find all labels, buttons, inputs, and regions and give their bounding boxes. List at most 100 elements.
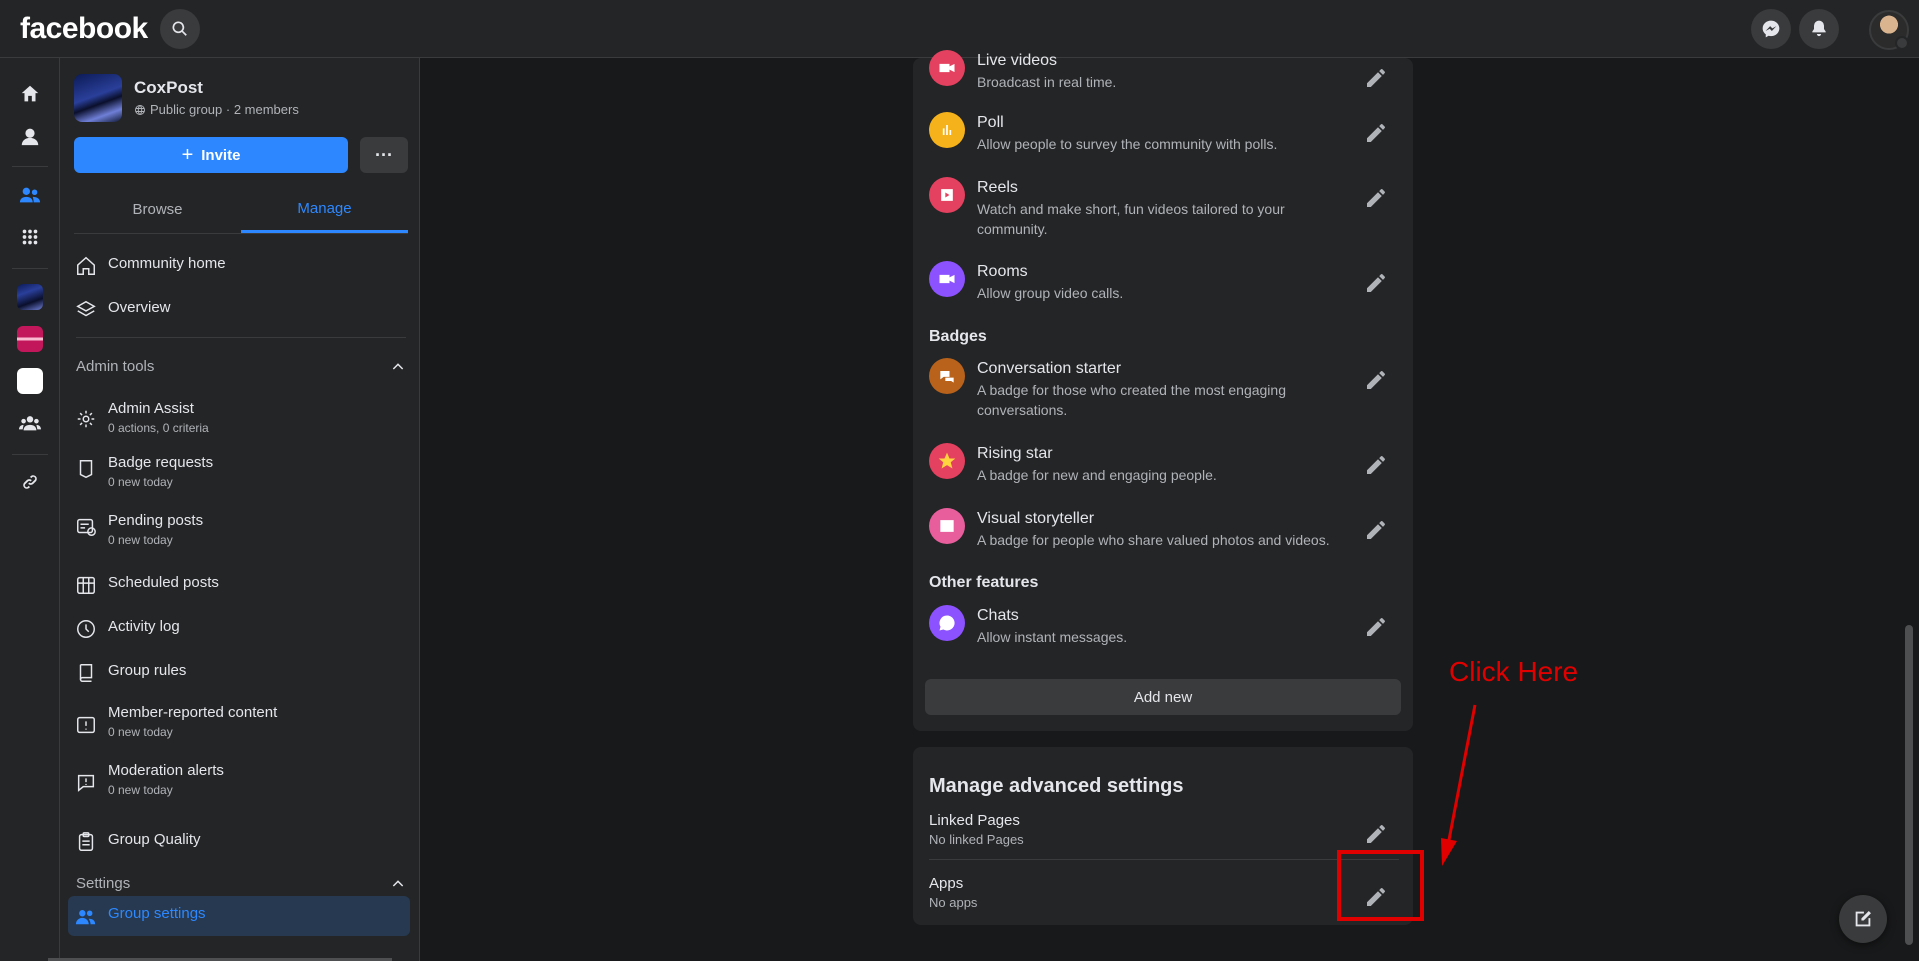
profile-avatar[interactable] — [1869, 10, 1909, 50]
group-settings-icon — [74, 904, 98, 928]
sidebar-item-community-home[interactable]: Community home — [74, 254, 408, 278]
reels-icon — [929, 177, 965, 213]
click-here-annotation: Click Here — [1449, 656, 1579, 687]
clock-icon — [74, 617, 98, 641]
notifications-button[interactable] — [1799, 9, 1839, 49]
chevron-down-icon — [1895, 36, 1909, 50]
sidebar-item-admin-assist[interactable]: Admin Assist 0 actions, 0 criteria — [74, 399, 408, 437]
group-name[interactable]: CoxPost — [134, 78, 299, 98]
feature-title: Conversation starter — [977, 360, 1122, 377]
group-header: CoxPost Public group · 2 members — [74, 74, 299, 122]
group-thumbnail — [17, 326, 43, 352]
page-scrollbar[interactable] — [1905, 625, 1913, 945]
edit-poll-button[interactable] — [1358, 115, 1394, 151]
sidebar-item-label: Scheduled posts — [108, 574, 219, 591]
settings-header[interactable]: Settings — [76, 875, 406, 892]
chat-bubble-icon — [929, 605, 965, 641]
edit-chats-button[interactable] — [1358, 609, 1394, 645]
sidebar-item-member-reported-content[interactable]: Member-reported content 0 new today — [74, 703, 408, 741]
sidebar-item-overview[interactable]: Overview — [74, 298, 408, 322]
layers-icon — [74, 298, 98, 322]
facebook-logo[interactable]: facebook — [20, 12, 148, 46]
feature-desc: Watch and make short, fun videos tailore… — [977, 201, 1285, 237]
edit-linked-pages-button[interactable] — [1358, 816, 1394, 852]
badge-icon — [74, 457, 98, 481]
rail-shortcut-coxpost[interactable] — [14, 281, 46, 313]
search-icon — [172, 21, 187, 36]
sidebar-item-group-quality[interactable]: Group Quality — [74, 830, 408, 854]
search-button[interactable] — [160, 9, 200, 49]
sidebar-item-pending-posts[interactable]: Pending posts 0 new today — [74, 511, 408, 549]
feature-desc: A badge for those who created the most e… — [977, 382, 1286, 418]
tab-manage[interactable]: Manage — [241, 186, 408, 233]
rail-home[interactable] — [14, 78, 46, 110]
feature-title: Rooms — [977, 263, 1028, 280]
sidebar-item-label: Member-reported content — [108, 704, 278, 721]
group-sidebar: CoxPost Public group · 2 members + Invit… — [60, 58, 420, 961]
rail-shortcut-page[interactable] — [14, 365, 46, 397]
sidebar-item-label: Group settings — [108, 905, 206, 922]
feature-row-live-videos: Live videos Broadcast in real time. — [929, 50, 1399, 92]
groups-icon — [19, 416, 41, 431]
admin-tools-header[interactable]: Admin tools — [76, 358, 406, 375]
messenger-button[interactable] — [1751, 9, 1791, 49]
rail-all-groups[interactable] — [14, 407, 46, 439]
sidebar-item-moderation-alerts[interactable]: Moderation alerts 0 new today — [74, 761, 408, 799]
home-outline-icon — [74, 254, 98, 278]
plus-icon: + — [181, 143, 194, 166]
group-thumbnail — [17, 284, 43, 310]
alert-icon — [74, 713, 98, 737]
feature-desc: Allow people to survey the community wit… — [977, 136, 1278, 152]
poll-icon — [929, 112, 965, 148]
rail-link[interactable] — [14, 466, 46, 498]
sidebar-item-label: Moderation alerts — [108, 762, 224, 779]
features-card: Live videos Broadcast in real time. Poll A… — [913, 50, 1413, 731]
edit-visual-storyteller-button[interactable] — [1358, 512, 1394, 548]
feature-title: Rising star — [977, 445, 1053, 462]
feature-title: Visual storyteller — [977, 510, 1095, 527]
sidebar-item-activity-log[interactable]: Activity log — [74, 617, 408, 641]
new-message-button[interactable] — [1839, 895, 1887, 943]
feature-desc: Allow instant messages. — [977, 629, 1128, 645]
rail-shortcut-group[interactable] — [14, 323, 46, 355]
bell-icon — [1812, 20, 1826, 37]
feature-row-poll: Poll Allow people to survey the community… — [929, 112, 1399, 154]
sidebar-item-group-rules[interactable]: Group rules — [74, 661, 408, 685]
pencil-icon — [1367, 371, 1385, 389]
pencil-icon — [1367, 618, 1385, 636]
pencil-icon — [1367, 825, 1385, 843]
invite-button[interactable]: + Invite — [74, 137, 348, 173]
group-cover-thumbnail[interactable] — [74, 74, 122, 122]
feature-desc: Broadcast in real time. — [977, 74, 1117, 90]
edit-conversation-starter-button[interactable] — [1358, 362, 1394, 398]
feature-desc: A badge for new and engaging people. — [977, 467, 1217, 483]
add-new-button[interactable]: Add new — [925, 679, 1401, 715]
moderation-alert-icon — [74, 771, 98, 795]
main-content: Live videos Broadcast in real time. Poll A… — [421, 50, 1911, 961]
edit-reels-button[interactable] — [1358, 180, 1394, 216]
edit-live-videos-button[interactable] — [1358, 60, 1394, 96]
advanced-row-title: Apps — [929, 875, 964, 892]
pencil-icon — [1367, 124, 1385, 142]
avatar-icon — [21, 128, 39, 146]
link-icon — [23, 475, 37, 489]
sidebar-item-scheduled-posts[interactable]: Scheduled posts — [74, 573, 408, 597]
pencil-icon — [1367, 69, 1385, 87]
sidebar-item-group-settings-content: Group settings — [74, 904, 408, 928]
pencil-icon — [1367, 456, 1385, 474]
rail-profile[interactable] — [14, 120, 46, 152]
highlight-box — [1337, 850, 1424, 921]
compose-icon — [1855, 911, 1871, 927]
edit-rising-star-button[interactable] — [1358, 447, 1394, 483]
rail-groups[interactable] — [14, 179, 46, 211]
advanced-row-title: Linked Pages — [929, 812, 1020, 829]
tab-browse[interactable]: Browse — [74, 186, 241, 233]
rail-menu[interactable] — [14, 221, 46, 253]
rail-divider — [12, 454, 48, 455]
more-options-button[interactable]: ··· — [360, 137, 408, 173]
sidebar-item-badge-requests[interactable]: Badge requests 0 new today — [74, 453, 408, 491]
rules-book-icon — [74, 661, 98, 685]
groups-icon — [19, 187, 41, 203]
photo-icon — [929, 508, 965, 544]
edit-rooms-button[interactable] — [1358, 265, 1394, 301]
